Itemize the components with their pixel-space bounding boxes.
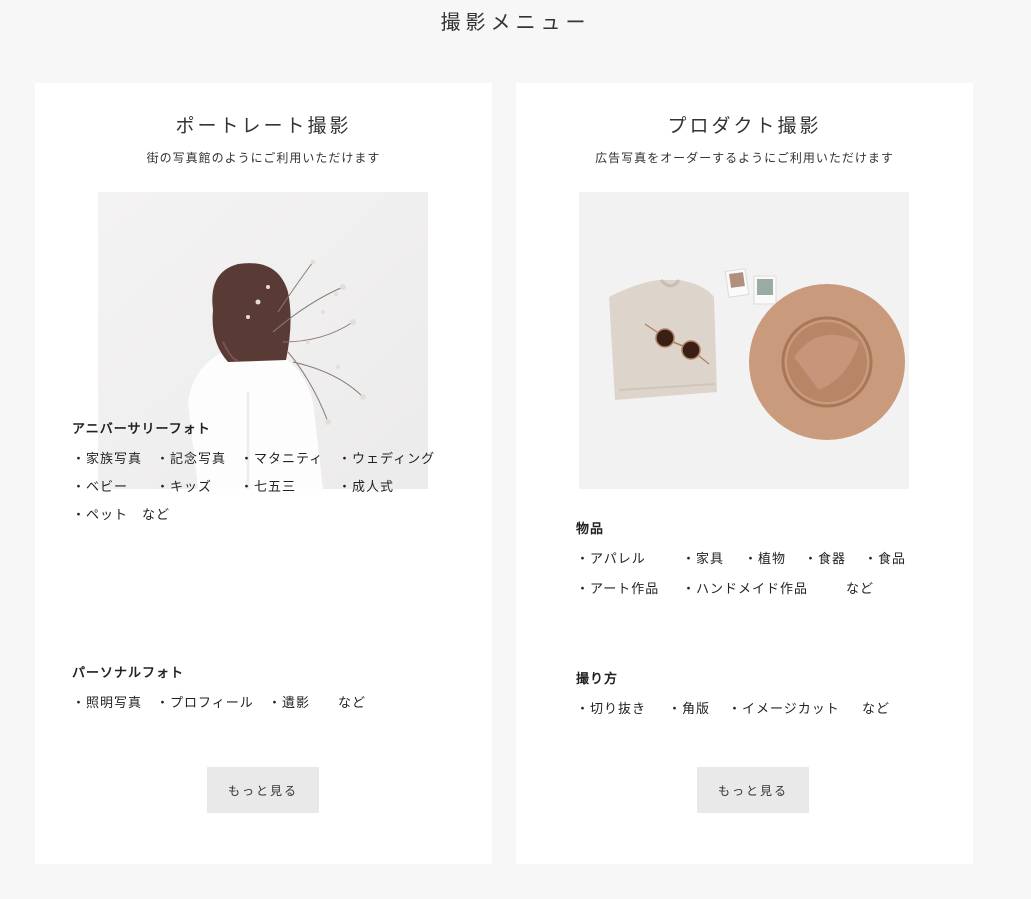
list-item: ・家具 [682, 552, 725, 567]
list-item: ・マタニティ [240, 452, 324, 467]
list-row: ・ベビー ・キッズ ・七五三 ・成人式 [72, 476, 472, 504]
list-item: ・ベビー [72, 480, 129, 495]
list-row: ・アパレル ・家具 ・植物 ・食器 ・食品 [576, 548, 976, 578]
product-card: プロダクト撮影 広告写真をオーダーするようにご利用いただけます 物品 ・アパレル… [516, 83, 973, 864]
page-title: 撮影メニュー [440, 10, 591, 34]
section-heading: パーソナルフォト [72, 666, 185, 681]
product-photo [579, 192, 909, 489]
list-row: ・アート作品 ・ハンドメイド作品 など [576, 578, 976, 608]
list-item: ・アート作品 [576, 582, 660, 597]
list-item: ・食品 [864, 552, 907, 567]
list-item: ・七五三 [240, 480, 297, 495]
list-item: ・ペット [72, 508, 129, 523]
section-heading: 撮り方 [576, 672, 619, 687]
more-button[interactable]: もっと見る [207, 767, 319, 813]
list-row: ・照明写真 ・プロフィール ・遺影 など [72, 692, 472, 720]
list-row: ・家族写真 ・記念写真 ・マタニティ ・ウェディング [72, 448, 472, 476]
list-row: ・ペット など [72, 504, 472, 532]
list-item: ・イメージカット [728, 702, 840, 717]
list-item: ・角版 [668, 702, 711, 717]
list-item: ・プロフィール [156, 696, 254, 711]
card-subtitle: 街の写真館のようにご利用いただけます [146, 151, 381, 165]
list-item-etc: など [846, 582, 875, 597]
goods-section: 物品 ・アパレル ・家具 ・植物 ・食器 ・食品 ・アート作品 ・ハンドメイド作… [576, 519, 976, 608]
personal-section: パーソナルフォト ・照明写真 ・プロフィール ・遺影 など [72, 663, 472, 720]
list-item: ・成人式 [338, 480, 395, 495]
portrait-card: ポートレート撮影 街の写真館のようにご利用いただけます アニバーサリーフォト ・… [35, 83, 492, 864]
list-item: ・ウェディング [338, 452, 436, 467]
shooting-style-section: 撮り方 ・切り抜き ・角版 ・イメージカット など [576, 669, 976, 726]
list-item: ・遺影 [268, 696, 311, 711]
list-item: ・キッズ [156, 480, 213, 495]
list-item-etc: など [142, 508, 171, 523]
card-subtitle: 広告写真をオーダーするようにご利用いただけます [595, 151, 894, 165]
list-item-etc: など [338, 696, 367, 711]
card-title: ポートレート撮影 [175, 115, 352, 137]
list-item: ・植物 [744, 552, 787, 567]
section-heading: 物品 [576, 522, 605, 537]
more-button[interactable]: もっと見る [697, 767, 809, 813]
anniversary-section: アニバーサリーフォト ・家族写真 ・記念写真 ・マタニティ ・ウェディング ・ベ… [72, 419, 472, 532]
list-item: ・照明写真 [72, 696, 143, 711]
list-item: ・アパレル [576, 552, 646, 567]
list-item-etc: など [862, 702, 891, 717]
section-heading: アニバーサリーフォト [72, 422, 211, 437]
list-item: ・食器 [804, 552, 847, 567]
list-item: ・ハンドメイド作品 [682, 582, 809, 597]
list-row: ・切り抜き ・角版 ・イメージカット など [576, 698, 976, 726]
list-item: ・記念写真 [156, 452, 227, 467]
list-item: ・切り抜き [576, 702, 647, 717]
list-item: ・家族写真 [72, 452, 143, 467]
card-title: プロダクト撮影 [667, 115, 822, 137]
